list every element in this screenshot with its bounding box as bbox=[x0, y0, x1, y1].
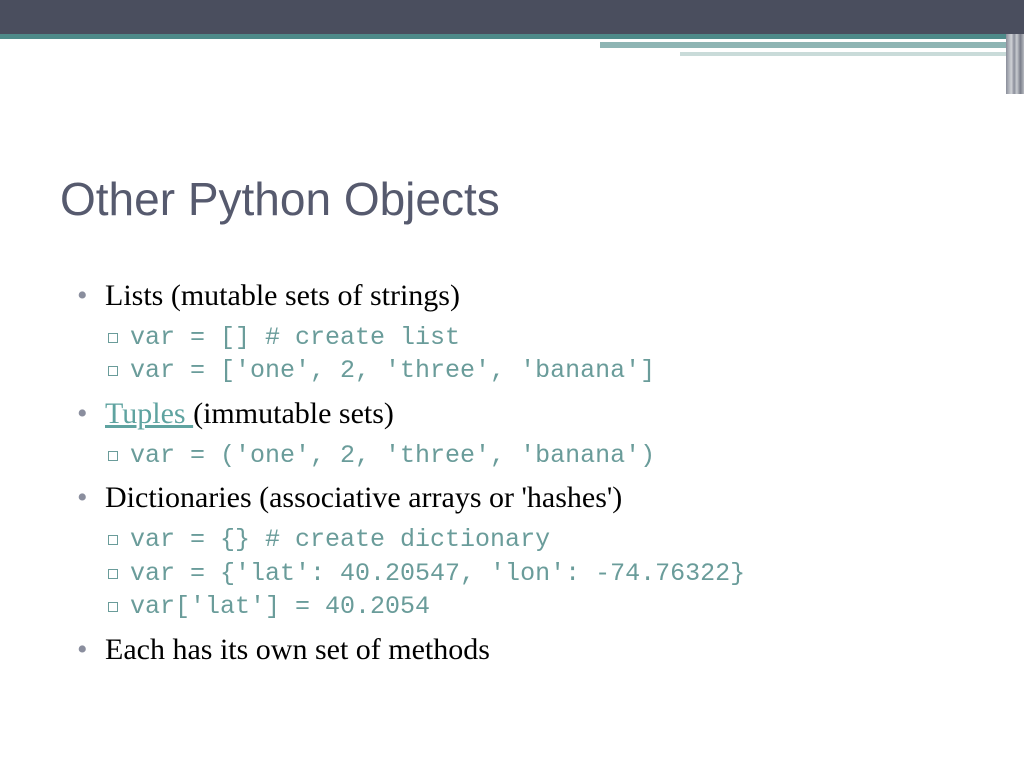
bullet-lists: Lists (mutable sets of strings) var = []… bbox=[105, 276, 964, 388]
code-sublist: var = [] # create list var = ['one', 2, … bbox=[105, 321, 964, 389]
bullet-dictionaries: Dictionaries (associative arrays or 'has… bbox=[105, 478, 964, 624]
slide-top-bar bbox=[0, 0, 1024, 34]
code-line: var = ('one', 2, 'three', 'banana') bbox=[130, 439, 964, 473]
bullet-text: Each has its own set of methods bbox=[105, 633, 490, 666]
bullet-text: (immutable sets) bbox=[193, 397, 394, 430]
slide-title: Other Python Objects bbox=[60, 172, 964, 226]
code-line: var = {} # create dictionary bbox=[130, 523, 964, 557]
tuples-link[interactable]: Tuples bbox=[105, 397, 193, 430]
accent-lines bbox=[0, 34, 1024, 62]
code-line: var = {'lat': 40.20547, 'lon': -74.76322… bbox=[130, 557, 964, 591]
code-line: var = ['one', 2, 'three', 'banana'] bbox=[130, 354, 964, 388]
bullet-tuples: Tuples (immutable sets) var = ('one', 2,… bbox=[105, 394, 964, 472]
slide-content: Other Python Objects Lists (mutable sets… bbox=[0, 62, 1024, 671]
bullet-text: Lists (mutable sets of strings) bbox=[105, 279, 460, 312]
code-sublist: var = {} # create dictionary var = {'lat… bbox=[105, 523, 964, 624]
code-line: var['lat'] = 40.2054 bbox=[130, 590, 964, 624]
code-line: var = [] # create list bbox=[130, 321, 964, 355]
code-sublist: var = ('one', 2, 'three', 'banana') bbox=[105, 439, 964, 473]
main-bullet-list: Lists (mutable sets of strings) var = []… bbox=[60, 276, 964, 671]
bullet-text: Dictionaries (associative arrays or 'has… bbox=[105, 481, 622, 514]
bullet-methods: Each has its own set of methods bbox=[105, 630, 964, 671]
